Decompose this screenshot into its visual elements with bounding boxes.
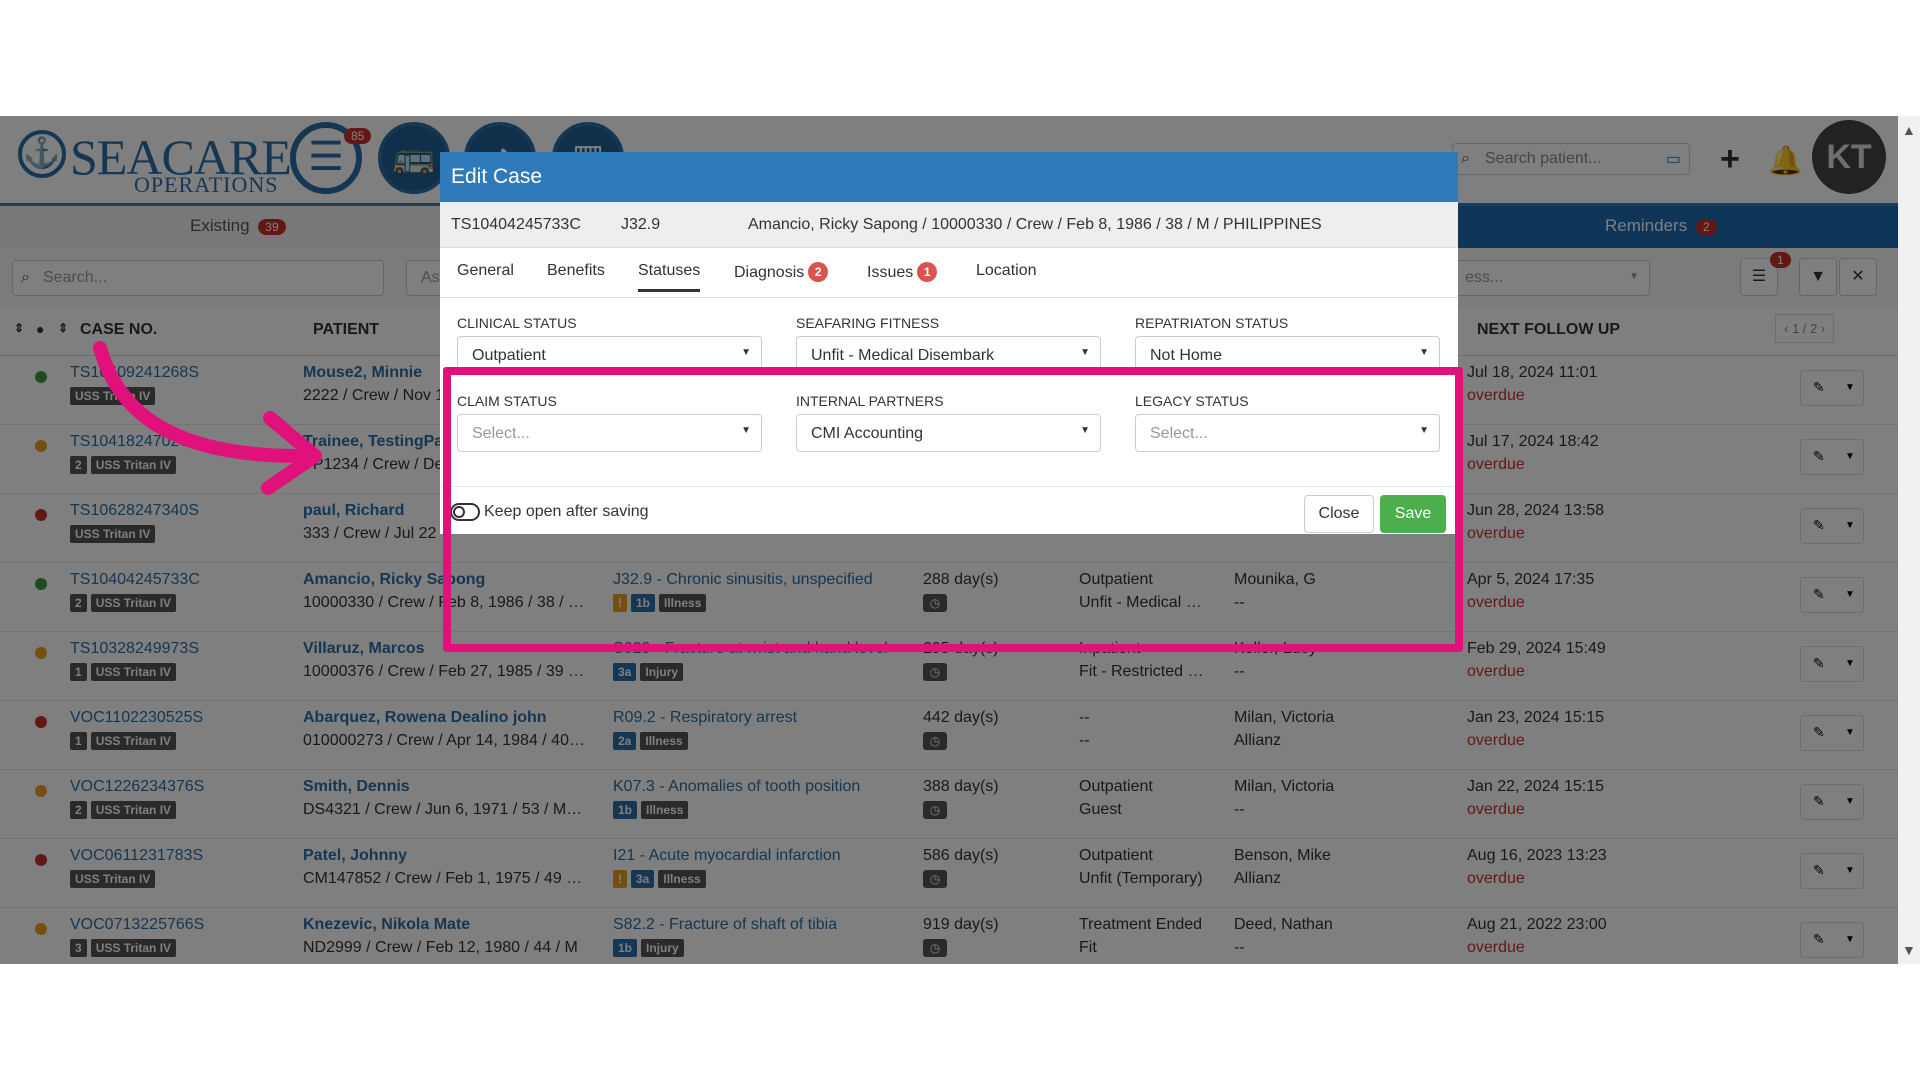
- tab-benefits[interactable]: Benefits: [547, 262, 605, 280]
- issues-count-badge: 1: [917, 262, 938, 282]
- app-window: ⚓ SEACARE OPERATIONS ☰ 85 🚌 ➜ ▥ ⌕ Search…: [0, 116, 1898, 964]
- tab-issues[interactable]: Issues 1: [867, 262, 938, 282]
- repatriation-status-label: REPATRIATON STATUS: [1135, 315, 1289, 331]
- tab-diagnosis[interactable]: Diagnosis 2: [734, 262, 829, 282]
- seafaring-fitness-label: SEAFARING FITNESS: [796, 315, 940, 331]
- tab-general[interactable]: General: [457, 262, 514, 280]
- modal-patient-line: Amancio, Ricky Sapong / 10000330 / Crew …: [748, 216, 1322, 233]
- chevron-down-icon: ▼: [1080, 347, 1090, 358]
- modal-case-no: TS10404245733C: [451, 216, 581, 233]
- chevron-down-icon: ▼: [741, 347, 751, 358]
- page-scrollbar[interactable]: ▲ ▼: [1898, 116, 1920, 964]
- tab-diagnosis-label: Diagnosis: [734, 264, 805, 281]
- diagnosis-count-badge: 2: [808, 262, 829, 282]
- modal-case-info: TS10404245733C J32.9 Amancio, Ricky Sapo…: [440, 202, 1458, 248]
- repatriation-status-value: Not Home: [1150, 347, 1223, 364]
- modal-icd-code: J32.9: [621, 216, 661, 233]
- scroll-down-icon[interactable]: ▼: [1902, 942, 1916, 958]
- screen-stage: ⚓ SEACARE OPERATIONS ☰ 85 🚌 ➜ ▥ ⌕ Search…: [0, 116, 1920, 964]
- modal-title: Edit Case: [440, 152, 1458, 202]
- tab-issues-label: Issues: [867, 264, 914, 281]
- annotation-arrow-icon: [93, 341, 322, 495]
- clinical-status-value: Outpatient: [472, 347, 546, 364]
- scroll-up-icon[interactable]: ▲: [1902, 122, 1916, 138]
- tab-location[interactable]: Location: [976, 262, 1037, 280]
- highlight-frame: [443, 367, 1463, 652]
- tab-statuses[interactable]: Statuses: [638, 262, 701, 292]
- seafaring-fitness-value: Unfit - Medical Disembark: [811, 347, 995, 364]
- clinical-status-label: CLINICAL STATUS: [457, 315, 577, 331]
- modal-tabs: General Benefits Statuses Diagnosis 2 Iss…: [440, 248, 1458, 298]
- chevron-down-icon: ▼: [1419, 347, 1429, 358]
